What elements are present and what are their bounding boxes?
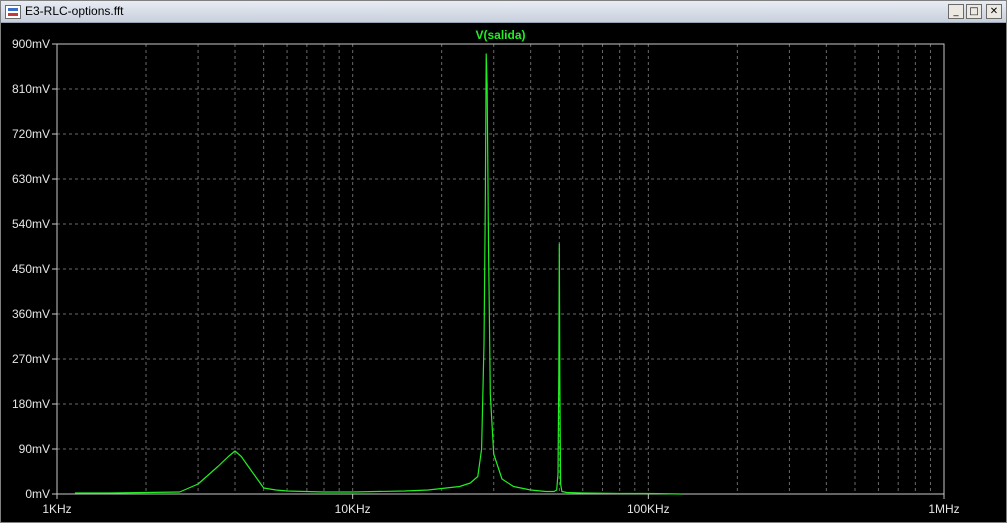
y-tick-label: 270mV: [12, 352, 50, 366]
y-tick-label: 180mV: [12, 397, 50, 411]
waveform-file-icon: [5, 5, 21, 19]
y-tick-label: 90mV: [19, 442, 50, 456]
title-bar[interactable]: E3-RLC-options.fft _ □ ✕: [1, 1, 1006, 23]
x-axis-ticks: 1KHz 10KHz 100KHz 1MHz: [42, 494, 960, 516]
y-tick-label: 810mV: [12, 82, 50, 96]
trace-legend-label[interactable]: V(salida): [475, 28, 525, 42]
grid: [57, 44, 944, 494]
maximize-button[interactable]: □: [966, 4, 982, 19]
y-axis-ticks: 0mV 90mV 180mV 270mV 360mV 450mV 540mV 630mV 720…: [12, 37, 57, 501]
x-tick-label: 1KHz: [42, 502, 71, 516]
y-tick-label: 900mV: [12, 37, 50, 51]
x-tick-label: 100KHz: [627, 502, 670, 516]
fft-chart[interactable]: 0mV 90mV 180mV 270mV 360mV 450mV 540mV 630mV 720…: [1, 23, 1006, 522]
y-tick-label: 540mV: [12, 217, 50, 231]
series-layer[interactable]: [74, 53, 683, 495]
y-tick-label: 720mV: [12, 127, 50, 141]
window-title: E3-RLC-options.fft: [25, 4, 124, 18]
minimize-button[interactable]: _: [948, 4, 964, 19]
y-tick-label: 630mV: [12, 172, 50, 186]
y-tick-label: 0mV: [25, 487, 50, 501]
y-tick-label: 360mV: [12, 307, 50, 321]
fft-window: E3-RLC-options.fft _ □ ✕ 0mV 90mV 180mV 270…: [0, 0, 1007, 523]
series-line-v-salida[interactable]: [74, 53, 683, 495]
y-tick-label: 450mV: [12, 262, 50, 276]
plot-area[interactable]: 0mV 90mV 180mV 270mV 360mV 450mV 540mV 630mV 720…: [1, 23, 1006, 522]
close-button[interactable]: ✕: [986, 4, 1002, 19]
x-tick-label: 10KHz: [335, 502, 371, 516]
x-tick-label: 1MHz: [928, 502, 959, 516]
